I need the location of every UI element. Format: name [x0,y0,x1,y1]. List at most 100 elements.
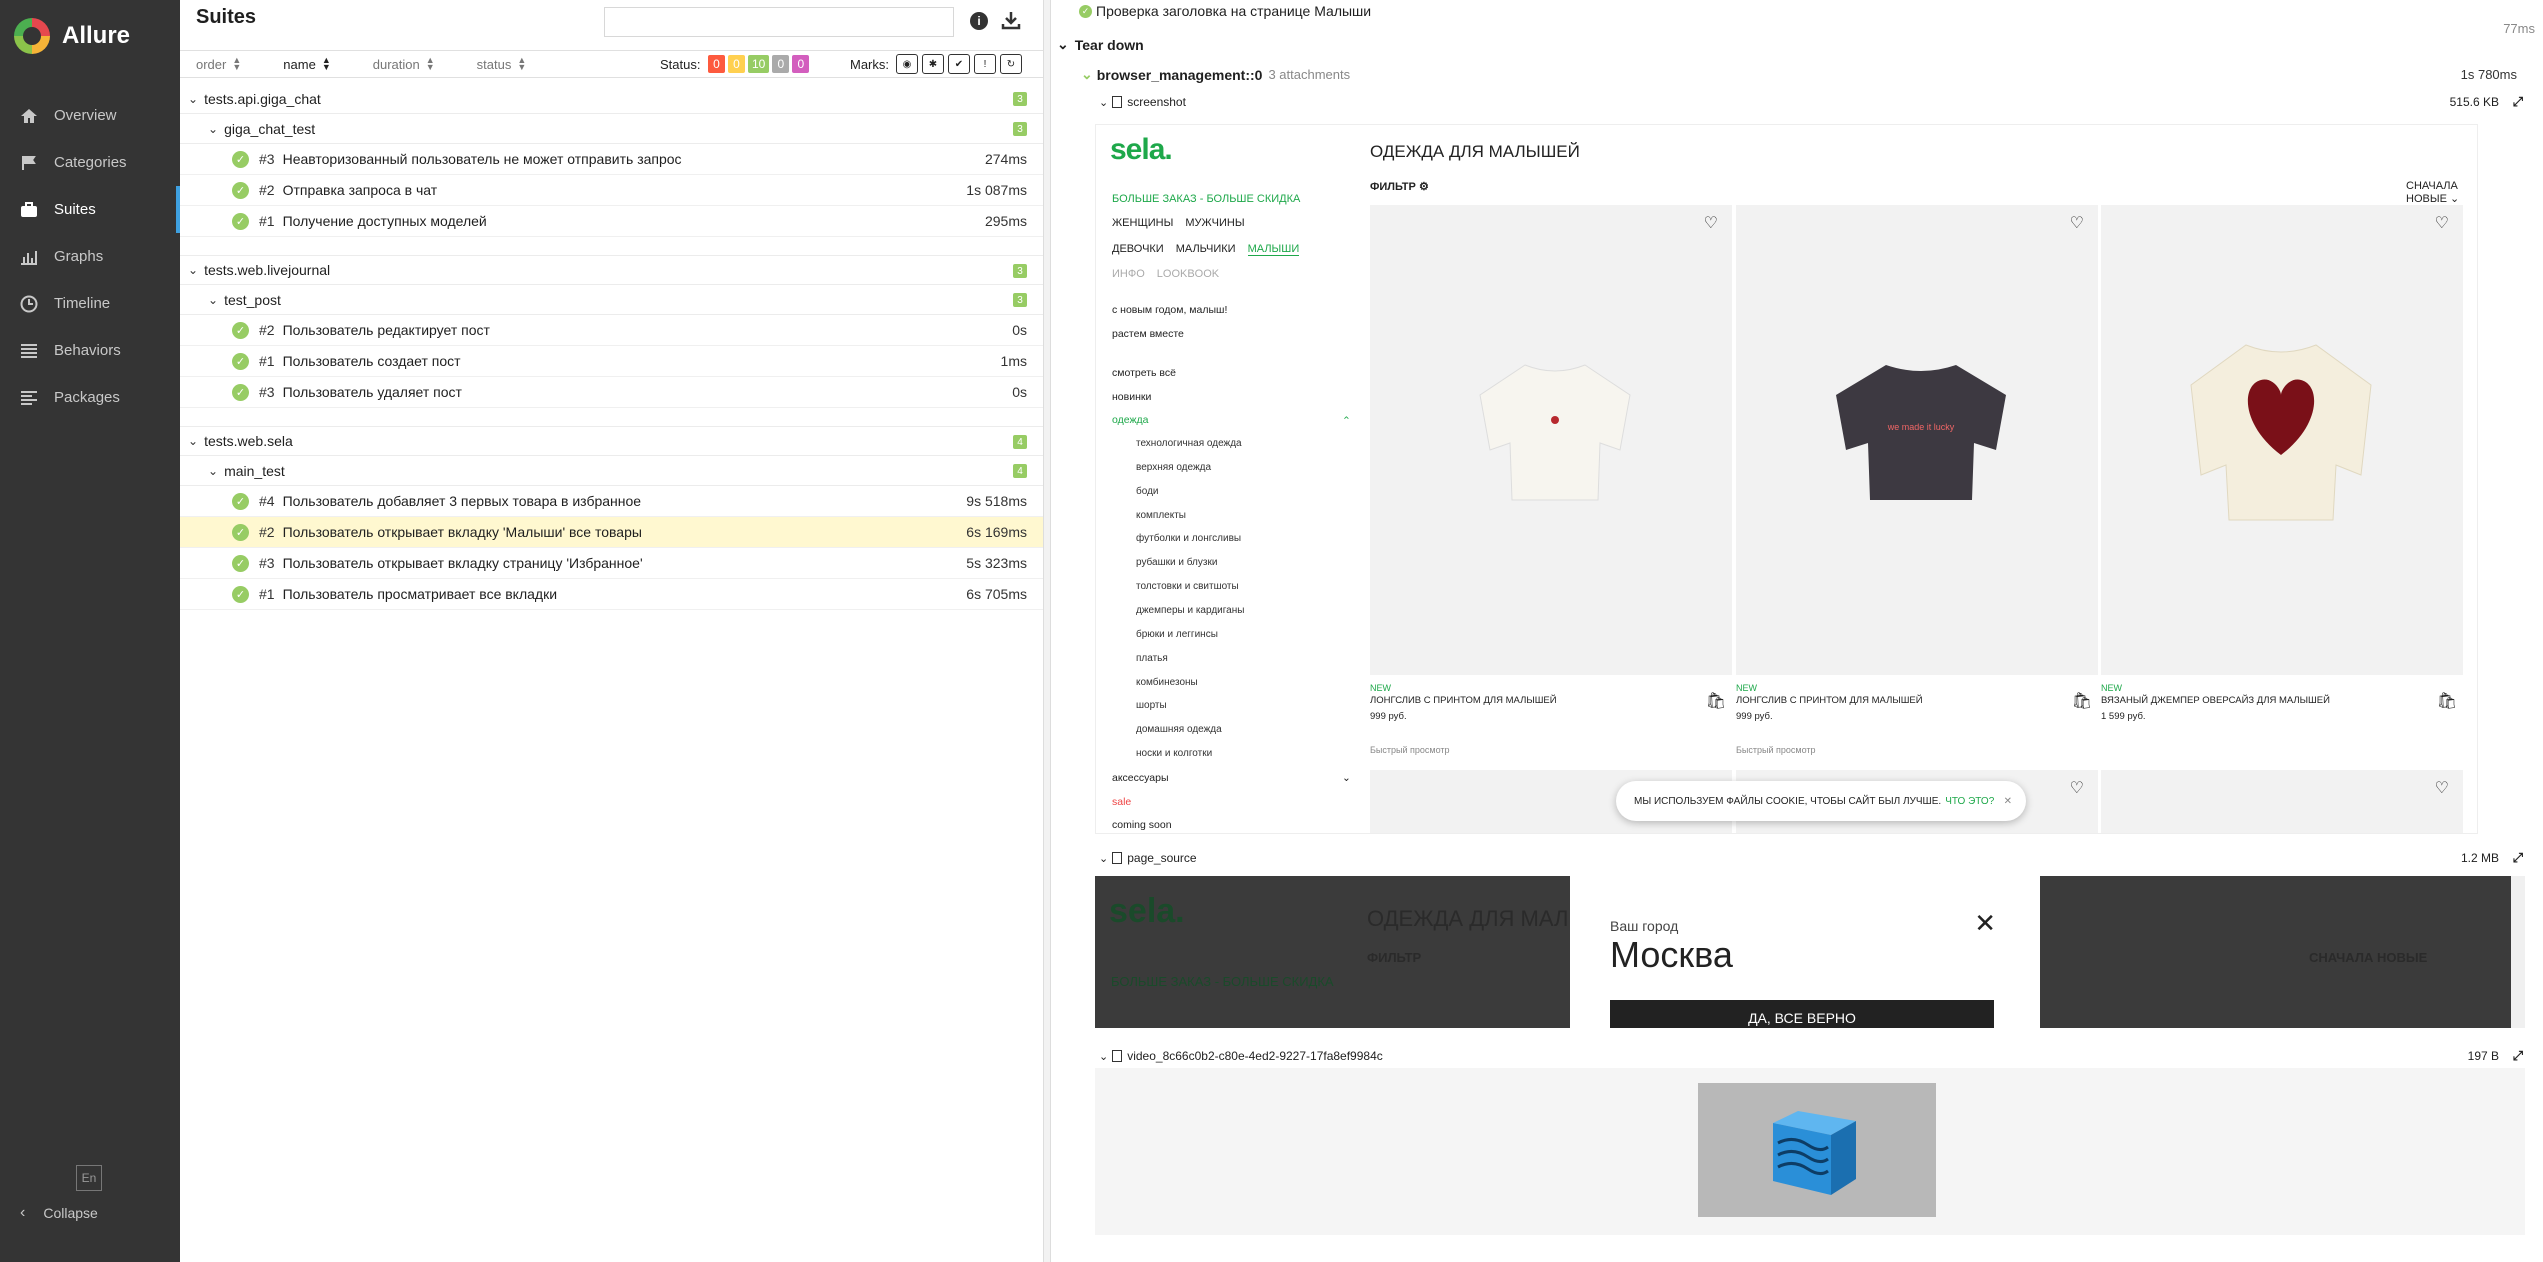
sidebar-item-graphs[interactable]: Graphs [0,233,180,280]
test-number: #1 [259,586,275,602]
submenu-item: толстовки и свитшоты [1136,581,1239,592]
test-number: #3 [259,151,275,167]
close-icon: ✕ [1974,908,1996,938]
attachment-name: page_source [1127,851,1197,865]
sort-status-label: status [476,56,512,72]
attachment-size: 1.2 MB [2460,851,2499,865]
status-unknown-toggle[interactable]: 0 [792,55,810,73]
test-row[interactable]: ✓ #1 Получение доступных моделей 295ms [180,206,1043,237]
status-failed-toggle[interactable]: 0 [708,55,725,73]
sidebar-item-timeline[interactable]: Timeline [0,280,180,327]
chevron-down-icon: ⌄ [188,91,199,106]
sort-duration[interactable]: duration ▲ ▼ [373,56,435,72]
scrollbar[interactable] [2511,876,2525,1028]
passed-icon: ✓ [1079,4,1092,18]
suite-group[interactable]: ⌄ tests.api.giga_chat 3 [180,84,1043,114]
test-name: Пользователь редактирует пост [282,322,490,338]
test-row[interactable]: ✓ #1 Пользователь создает пост 1ms [180,346,1043,377]
test-row[interactable]: ✓ #4 Пользователь добавляет 3 первых товар… [180,486,1043,517]
product-price: 999 руб. [1370,711,1407,722]
test-row[interactable]: ✓ #3 Пользователь открывает вкладку страни… [180,548,1043,579]
promo-link: БОЛЬШЕ ЗАКАЗ - БОЛЬШЕ СКИДКА [1112,193,1301,205]
heart-icon: ♡ [2434,215,2449,232]
new-passed-mark-toggle[interactable]: ✔ [948,54,970,74]
download-icon[interactable] [1001,10,1021,30]
category-link-active: МАЛЫШИ [1247,243,1300,256]
attachment-name: screenshot [1127,95,1186,109]
passed-icon: ✓ [232,492,249,510]
language-button[interactable]: En [76,1165,102,1191]
video-player[interactable] [1698,1083,1936,1217]
submenu-item: рубашки и блузки [1136,557,1218,568]
suite-name: tests.web.livejournal [204,262,331,278]
test-duration: 5s 323ms [966,555,1027,571]
chevron-down-icon: ⌄ [1099,1050,1109,1063]
expand-icon[interactable]: ⤢ [2513,1048,2523,1064]
sort-arrows-icon: ▲ ▼ [321,55,331,72]
test-name: Пользователь удаляет пост [282,384,462,400]
attachment-header[interactable]: ⌄ video_8c66c0b2-c80e-4ed2-9227-17fa8ef9… [1099,1047,2529,1065]
test-row[interactable]: ✓ #2 Пользователь редактирует пост 0s [180,315,1043,346]
test-row[interactable]: ✓ #3 Пользователь удаляет пост 0s [180,377,1043,408]
sub-suite[interactable]: ⌄ main_test 4 [180,456,1043,486]
passed-icon: ✓ [232,352,249,370]
sort-dropdown: СНАЧАЛА НОВЫЕ ⌄ [2406,180,2477,205]
sort-name[interactable]: name ▲ ▼ [283,55,331,72]
filter-button: ФИЛЬТР ⚙ [1370,180,1429,193]
collapse-button[interactable]: ‹ Collapse [20,1204,98,1222]
sidebar-item-label: Behaviors [54,342,121,359]
submenu-item: технологичная одежда [1136,438,1242,449]
menu-item: аксессуары [1112,772,1169,784]
submenu-item: платья [1136,653,1168,664]
sidebar-item-packages[interactable]: Packages [0,374,180,421]
sidebar-item-categories[interactable]: Categories [0,139,180,186]
test-row[interactable]: ✓ #3 Неавторизованный пользователь не може… [180,144,1043,175]
marks-filter: ◉ ✱ ✔ ! ↻ [896,54,1026,74]
passed-icon: ✓ [232,212,249,230]
sort-status[interactable]: status ▲ ▼ [476,56,527,72]
submenu-item: джемперы и кардиганы [1136,605,1245,616]
attachment-header[interactable]: ⌄ screenshot 515.6 KB ⤢ [1099,93,2529,111]
allure-logo-icon [14,18,50,54]
flaky-mark-toggle[interactable]: ◉ [896,54,918,74]
step-row[interactable]: ✓ Проверка заголовка на странице Малыши … [1079,3,2543,36]
sidebar-item-label: Graphs [54,248,104,265]
suite-group[interactable]: ⌄ tests.web.livejournal 3 [180,255,1043,285]
test-row-selected[interactable]: ✓ #2 Пользователь открывает вкладку 'Малыш… [180,517,1043,548]
test-number: #3 [259,384,275,400]
test-row[interactable]: ✓ #1 Пользователь просматривает все вкладк… [180,579,1043,610]
app-logo[interactable]: Allure [14,18,130,54]
fixture-row[interactable]: ⌄ browser_management::0 3 attachments 1s… [1081,66,2531,83]
info-icon[interactable]: i [970,12,988,30]
sort-order[interactable]: order ▲ ▼ [196,56,241,72]
sub-suite[interactable]: ⌄ test_post 3 [180,285,1043,315]
test-number: #1 [259,353,275,369]
submenu-item: брюки и леггинсы [1136,629,1218,640]
test-row[interactable]: ✓ #2 Отправка запроса в чат 1s 087ms [180,175,1043,206]
sidebar-item-suites[interactable]: Suites [0,186,180,233]
test-duration: 1s 087ms [966,182,1027,198]
retries-mark-toggle[interactable]: ↻ [1000,54,1022,74]
attachment-header[interactable]: ⌄ page_source 1.2 MB ⤢ [1099,849,2529,867]
step-duration: 77ms [2503,21,2535,36]
expand-icon[interactable]: ⤢ [2513,850,2523,866]
test-name: Получение доступных моделей [282,213,487,229]
category-row: ИНФО LOOKBOOK [1112,268,1231,280]
new-failed-mark-toggle[interactable]: ✱ [922,54,944,74]
status-skipped-toggle[interactable]: 0 [772,55,790,73]
test-name: Пользователь открывает вкладку страницу … [282,555,643,571]
pane-splitter[interactable] [1043,0,1059,1262]
page-source-attachment: sela. ОДЕЖДА ДЛЯ МАЛЫШЕЙ БОЛЬШЕ ЗАКАЗ - … [1095,876,2525,1028]
suite-group[interactable]: ⌄ tests.web.sela 4 [180,426,1043,456]
bag-icon: 🛍 [2436,693,2457,710]
test-duration: 0s [1012,322,1027,338]
sidebar-item-behaviors[interactable]: Behaviors [0,327,180,374]
status-passed-toggle[interactable]: 10 [748,55,770,73]
expand-icon[interactable]: ⤢ [2513,94,2523,110]
search-input[interactable] [604,7,954,37]
sidebar-item-overview[interactable]: Overview [0,92,180,139]
teardown-section[interactable]: ⌄ Tear down [1057,36,1144,53]
new-broken-mark-toggle[interactable]: ! [974,54,996,74]
sub-suite[interactable]: ⌄ giga_chat_test 3 [180,114,1043,144]
status-broken-toggle[interactable]: 0 [728,55,745,73]
